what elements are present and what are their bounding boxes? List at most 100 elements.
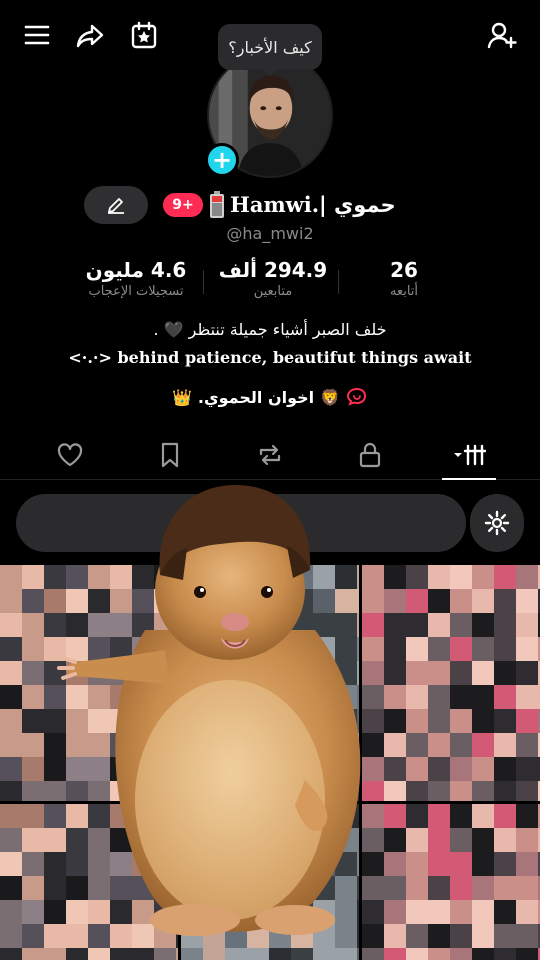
- thumbnail-pixel: [494, 613, 516, 637]
- hamburger-menu-icon[interactable]: [17, 15, 57, 55]
- thumbnail-pixel: [428, 661, 450, 685]
- thumbnail-pixel: [384, 828, 406, 852]
- thumbnail-pixel: [22, 876, 44, 900]
- thumbnail-pixel: [450, 661, 472, 685]
- thumbnail-pixel: [0, 852, 22, 876]
- thumbnail-pixel: [428, 733, 450, 757]
- thumbnail-pixel: [472, 852, 494, 876]
- thumbnail-pixel: [0, 685, 22, 709]
- thumbnail-pixel: [0, 565, 22, 589]
- thumbnail-pixel: [516, 637, 538, 661]
- thumbnail-pixel: [384, 685, 406, 709]
- video-thumbnail[interactable]: [362, 565, 540, 801]
- thumbnail-pixel: [428, 637, 450, 661]
- bio-line-arabic: خلف الصبر أشياء جميلة تنتظر 🖤 .: [153, 320, 387, 339]
- bio-line-english: <·.·> behind patience, beautifut things …: [68, 348, 472, 367]
- group-chat-icon: [347, 387, 367, 406]
- thumbnail-pixel: [406, 900, 428, 924]
- thumbnail-pixel: [472, 876, 494, 900]
- calendar-star-icon[interactable]: [124, 15, 164, 55]
- thumbnail-pixel: [450, 781, 472, 801]
- thumbnail-pixel: [384, 781, 406, 801]
- thumbnail-pixel: [428, 685, 450, 709]
- heart-icon: [57, 443, 83, 467]
- thumbnail-pixel: [516, 709, 538, 733]
- stat-likes[interactable]: 4.6 مليون تسجيلات الإعجاب: [66, 258, 206, 299]
- thumbnail-pixel: [406, 709, 428, 733]
- thumbnail-pixel: [450, 613, 472, 637]
- thumbnail-pixel: [516, 685, 538, 709]
- thumbnail-pixel: [428, 804, 450, 828]
- thumbnail-pixel: [472, 828, 494, 852]
- thumbnail-pixel: [494, 876, 516, 900]
- thumbnail-pixel: [450, 757, 472, 781]
- gear-icon: [484, 510, 510, 536]
- thumbnail-pixel: [472, 900, 494, 924]
- thumbnail-pixel: [428, 613, 450, 637]
- group-name: اخوان الحموي.: [197, 387, 315, 407]
- followers-count: 294.9 ألف: [218, 258, 328, 282]
- settings-button[interactable]: [470, 494, 524, 552]
- edit-profile-button[interactable]: [84, 186, 148, 224]
- status-bubble[interactable]: كيف الأخبار؟: [218, 24, 322, 70]
- thumbnail-pixel: [22, 852, 44, 876]
- thumbnail-pixel: [516, 900, 538, 924]
- thumbnail-pixel: [494, 852, 516, 876]
- thumbnail-pixel: [0, 876, 22, 900]
- stats-divider: [203, 270, 204, 294]
- add-user-icon[interactable]: [482, 15, 522, 55]
- thumbnail-pixel: [472, 637, 494, 661]
- thumbnail-pixel: [406, 828, 428, 852]
- thumbnail-pixel: [22, 565, 44, 589]
- thumbnail-pixel: [0, 589, 22, 613]
- tab-videos[interactable]: [446, 438, 492, 472]
- thumbnail-pixel: [384, 948, 406, 960]
- thumbnail-pixel: [406, 637, 428, 661]
- thumbnail-pixel: [22, 828, 44, 852]
- group-link[interactable]: 👑 اخوان الحموي. 🦁: [0, 386, 540, 408]
- stat-followers[interactable]: 294.9 ألف متابعين: [203, 258, 343, 299]
- thumbnail-pixel: [0, 733, 22, 757]
- thumbnail-pixel: [22, 757, 44, 781]
- thumbnail-pixel: [428, 852, 450, 876]
- pencil-icon: [108, 198, 124, 214]
- thumbnail-pixel: [406, 733, 428, 757]
- thumbnail-pixel: [22, 900, 44, 924]
- thumbnail-pixel: [428, 565, 450, 589]
- display-name-arabic: حموي |: [319, 193, 396, 217]
- name-row: 9+ Hamwi.حموي |: [0, 186, 540, 226]
- video-thumbnail[interactable]: [362, 804, 540, 960]
- thumbnail-pixel: [494, 565, 516, 589]
- thumbnail-pixel: [428, 781, 450, 801]
- stat-following[interactable]: 26 أتابعه: [354, 258, 454, 299]
- tab-favorites[interactable]: [150, 438, 190, 472]
- thumbnail-pixel: [472, 948, 494, 960]
- add-story-button[interactable]: +: [205, 143, 239, 177]
- battery-icon: [210, 191, 224, 218]
- tab-private[interactable]: [350, 438, 390, 472]
- tab-reposts[interactable]: [250, 438, 290, 472]
- thumbnail-pixel: [472, 781, 494, 801]
- thumbnail-pixel: [472, 685, 494, 709]
- thumbnail-pixel: [472, 804, 494, 828]
- thumbnail-pixel: [22, 709, 44, 733]
- share-arrow-icon[interactable]: [70, 15, 110, 55]
- thumbnail-pixel: [0, 661, 22, 685]
- thumbnail-pixel: [516, 924, 538, 948]
- thumbnail-pixel: [494, 637, 516, 661]
- thumbnail-pixel: [494, 804, 516, 828]
- thumbnail-pixel: [384, 733, 406, 757]
- thumbnail-pixel: [384, 876, 406, 900]
- thumbnail-pixel: [494, 757, 516, 781]
- thumbnail-pixel: [516, 565, 538, 589]
- thumbnail-pixel: [494, 948, 516, 960]
- thumbnail-pixel: [494, 828, 516, 852]
- thumbnail-pixel: [450, 948, 472, 960]
- following-count: 26: [390, 258, 418, 282]
- thumbnail-pixel: [406, 781, 428, 801]
- thumbnail-pixel: [450, 565, 472, 589]
- tab-liked[interactable]: [50, 438, 90, 472]
- thumbnail-pixel: [406, 804, 428, 828]
- notification-badge[interactable]: 9+: [163, 193, 203, 217]
- thumbnail-pixel: [0, 637, 22, 661]
